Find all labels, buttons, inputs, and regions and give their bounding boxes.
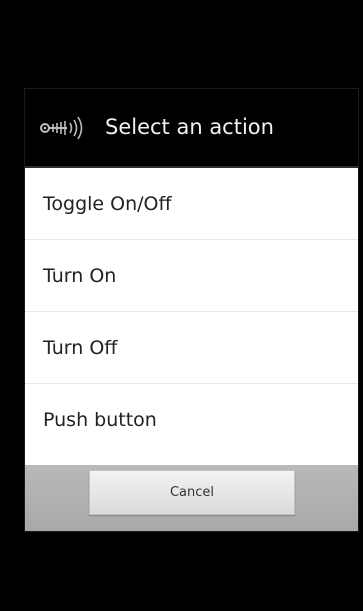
action-option-push-button[interactable]: Push button bbox=[25, 384, 358, 456]
dialog-footer: Cancel bbox=[25, 465, 358, 531]
action-dialog: Select an action Toggle On/Off Turn On T… bbox=[25, 89, 358, 531]
action-options-list: Toggle On/Off Turn On Turn Off Push butt… bbox=[25, 168, 358, 456]
remote-signal-icon bbox=[40, 116, 83, 140]
phone-screen: Select an action Toggle On/Off Turn On T… bbox=[0, 0, 363, 611]
dialog-title: Select an action bbox=[105, 115, 274, 139]
action-option-turn-off[interactable]: Turn Off bbox=[25, 312, 358, 384]
cancel-button[interactable]: Cancel bbox=[89, 470, 295, 515]
action-option-turn-on[interactable]: Turn On bbox=[25, 240, 358, 312]
action-option-toggle[interactable]: Toggle On/Off bbox=[25, 168, 358, 240]
dialog-header: Select an action bbox=[25, 89, 358, 168]
